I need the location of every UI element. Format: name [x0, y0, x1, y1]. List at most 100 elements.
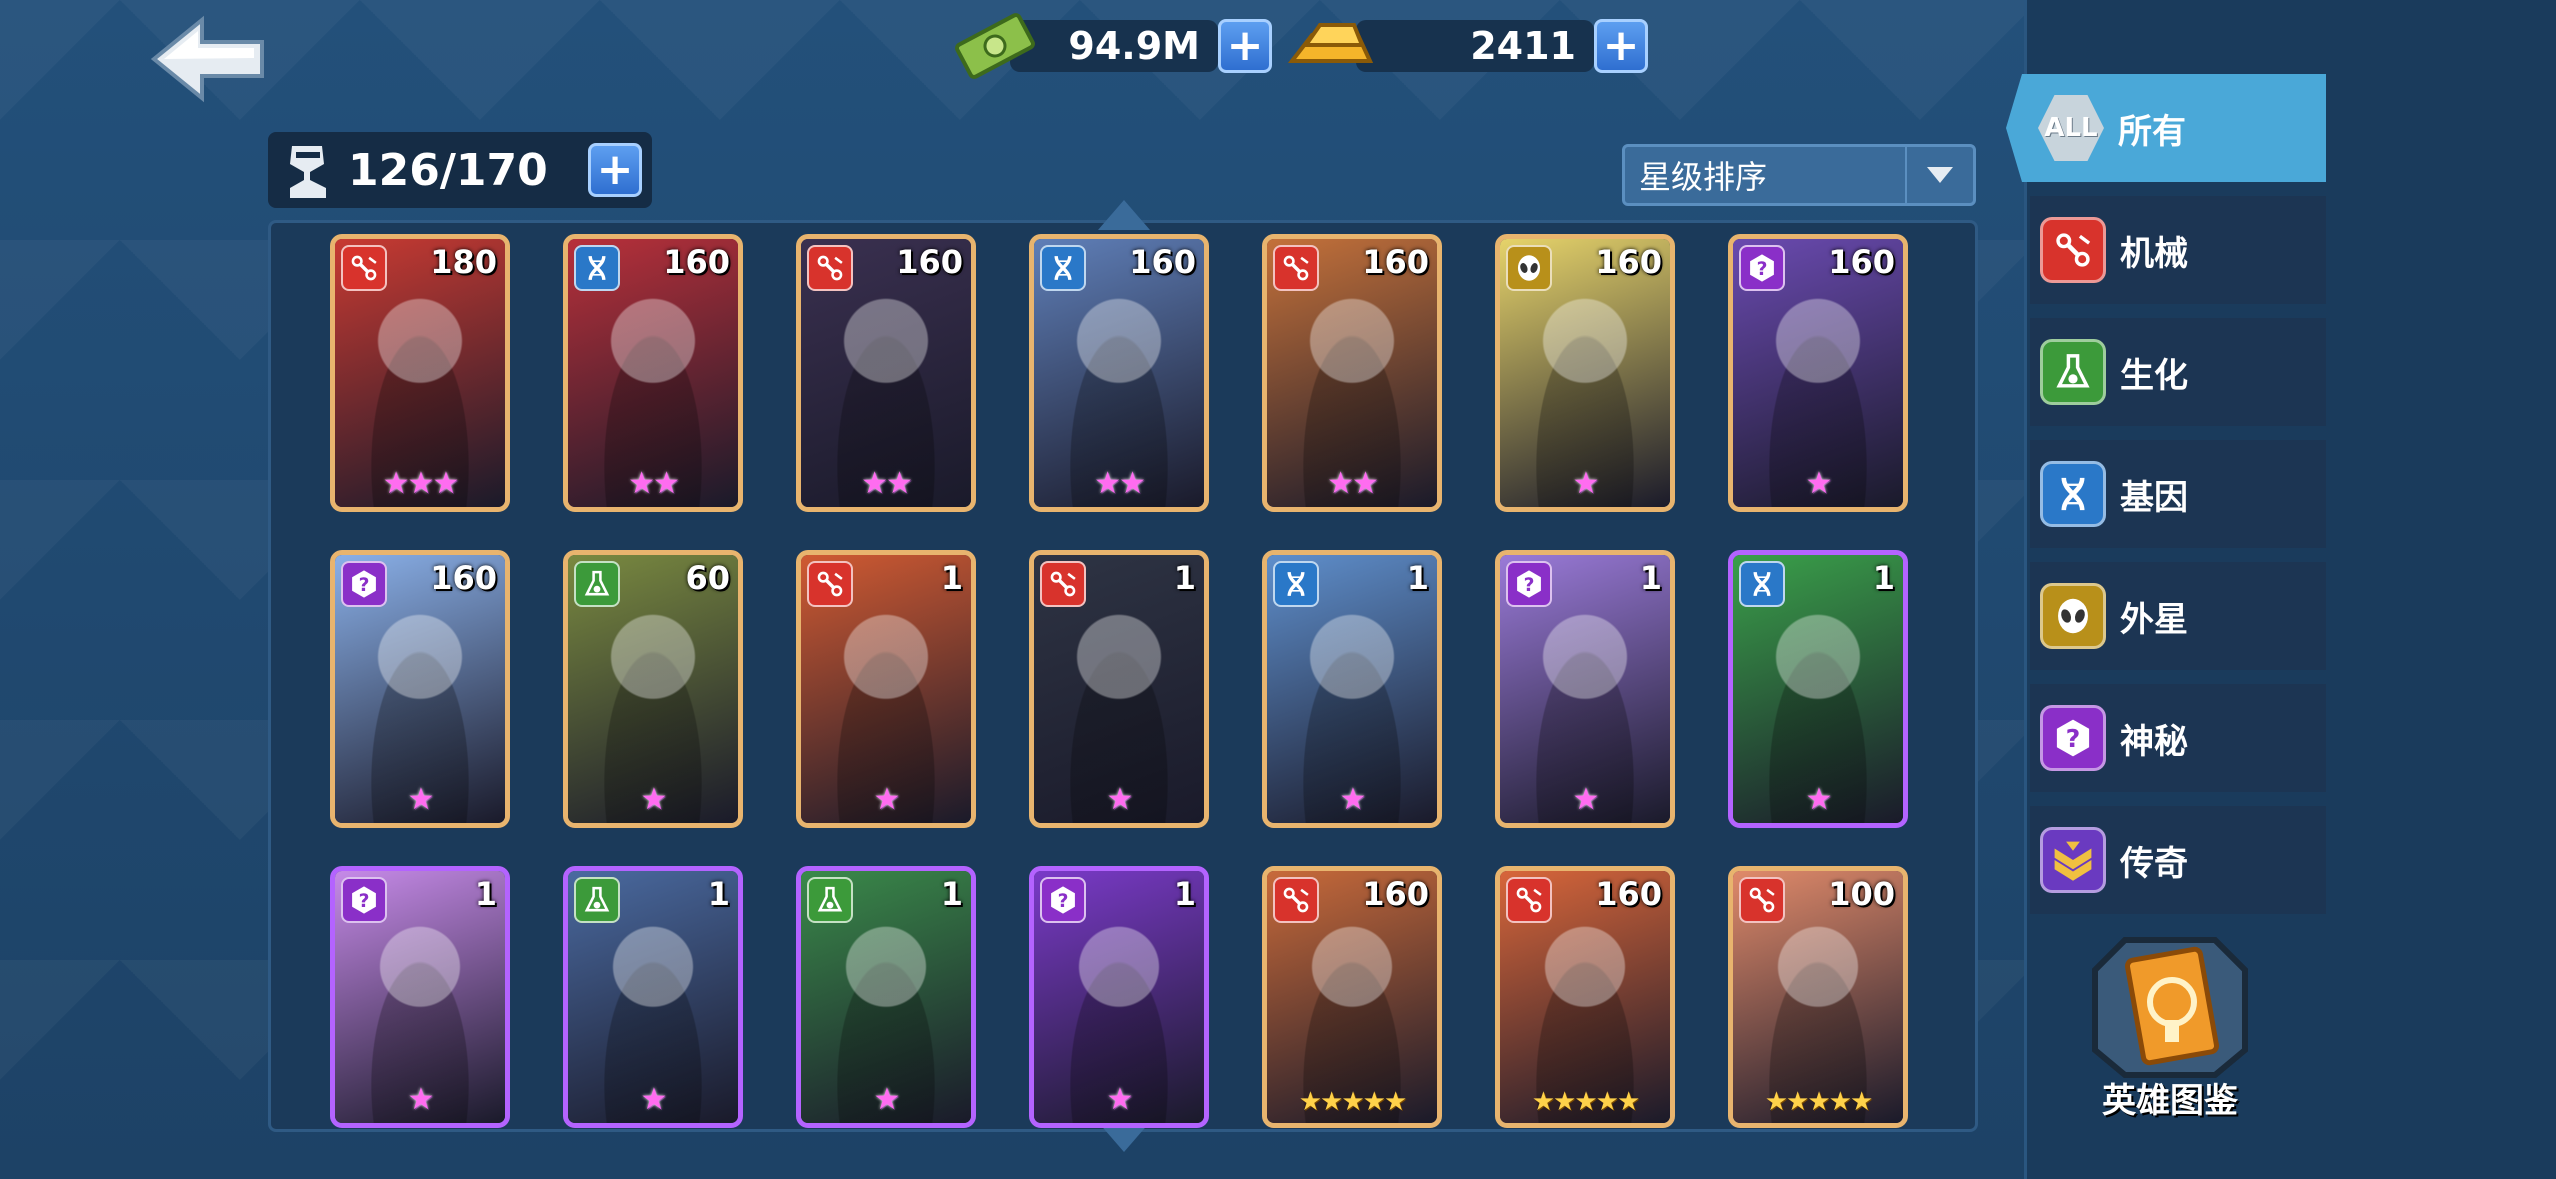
bio-faction-icon	[574, 877, 620, 923]
filter-tab-all[interactable]: ALL 所有	[2006, 74, 2326, 182]
hero-card[interactable]: 1 ★	[796, 866, 976, 1128]
hero-card[interactable]: 160 ★★	[796, 234, 976, 512]
mech-faction-icon	[1273, 877, 1319, 923]
svg-text:?: ?	[1757, 259, 1768, 280]
codex-label: 英雄图鉴	[2102, 1081, 2238, 1121]
hero-level: 1	[1406, 559, 1429, 597]
all-faction-icon: ALL	[2038, 95, 2104, 161]
svg-text:?: ?	[1058, 891, 1069, 912]
hero-card[interactable]: 180 ★★★	[330, 234, 510, 512]
hero-card[interactable]: 160 ★★	[1029, 234, 1209, 512]
back-arrow-icon[interactable]	[150, 14, 268, 104]
hero-level: 160	[1129, 243, 1196, 281]
gene-faction-icon	[1273, 561, 1319, 607]
filter-label: 外星	[2120, 599, 2188, 640]
hero-codex-button[interactable]: 英雄图鉴	[2080, 930, 2260, 1130]
hero-stars: ★	[1339, 782, 1367, 817]
hero-card[interactable]: 160 ★★★★★	[1262, 866, 1442, 1128]
hero-level: 160	[1362, 875, 1429, 913]
svg-text:?: ?	[359, 575, 370, 596]
mech-faction-icon	[341, 245, 387, 291]
hero-card[interactable]: 1 ★	[1262, 550, 1442, 828]
hero-level: 160	[1595, 875, 1662, 913]
add-cash-button[interactable]: +	[1218, 19, 1272, 73]
cash-currency: 94.9M +	[950, 13, 1272, 79]
hero-card[interactable]: 1 ★	[563, 866, 743, 1128]
hero-level: 160	[663, 243, 730, 281]
hero-card[interactable]: 1 ★	[1728, 550, 1908, 828]
filter-label: 生化	[2120, 355, 2188, 396]
filter-tab-legend[interactable]: 传奇	[2030, 806, 2326, 914]
mech-faction-icon	[807, 561, 853, 607]
mech-faction-icon	[1506, 877, 1552, 923]
gold-currency: 2411 +	[1284, 18, 1648, 74]
bio-faction-icon	[2040, 339, 2106, 405]
cash-value: 94.9M	[1010, 20, 1218, 72]
hero-card[interactable]: ? 1 ★	[1029, 866, 1209, 1128]
hero-stars: ★★★★★	[1531, 1087, 1641, 1117]
filter-label: 神秘	[2120, 721, 2188, 762]
expand-capacity-button[interactable]: +	[588, 143, 642, 197]
hero-card[interactable]: ? 1 ★	[1495, 550, 1675, 828]
hero-card[interactable]: ? 1 ★	[330, 866, 510, 1128]
filter-label: 所有	[2118, 111, 2186, 152]
svg-text:?: ?	[2066, 724, 2081, 753]
hero-card[interactable]: 1 ★	[796, 550, 976, 828]
filter-label: 传奇	[2120, 843, 2188, 884]
gene-faction-icon	[574, 245, 620, 291]
svg-text:?: ?	[359, 891, 370, 912]
hero-stars: ★	[1106, 1082, 1134, 1117]
svg-text:?: ?	[1524, 575, 1535, 596]
alien-faction-icon	[1506, 245, 1552, 291]
hero-stars: ★★★★★	[1764, 1087, 1874, 1117]
bio-faction-icon	[807, 877, 853, 923]
hero-card[interactable]: ? 160 ★	[330, 550, 510, 828]
hero-card[interactable]: 160 ★★	[563, 234, 743, 512]
filter-tab-alien[interactable]: 外星	[2030, 562, 2326, 670]
hero-level: 1	[1872, 559, 1895, 597]
hero-card[interactable]: 160 ★★★★★	[1495, 866, 1675, 1128]
hero-level: 1	[707, 875, 730, 913]
hero-card[interactable]: 160 ★	[1495, 234, 1675, 512]
mystic-faction-icon: ?	[1506, 561, 1552, 607]
hero-stars: ★★	[628, 466, 680, 501]
hero-level: 160	[896, 243, 963, 281]
hero-level: 1	[1173, 875, 1196, 913]
hero-stars: ★	[873, 782, 901, 817]
hero-level: 160	[1362, 243, 1429, 281]
hero-card[interactable]: ? 160 ★	[1728, 234, 1908, 512]
mech-faction-icon	[1040, 561, 1086, 607]
mystic-faction-icon: ?	[341, 561, 387, 607]
gene-faction-icon	[1040, 245, 1086, 291]
filter-tab-gene[interactable]: 基因	[2030, 440, 2326, 548]
hero-level: 1	[1173, 559, 1196, 597]
hero-stars: ★	[873, 1082, 901, 1117]
alien-faction-icon	[2040, 583, 2106, 649]
filter-tab-mech[interactable]: 机械	[2030, 196, 2326, 304]
hero-card[interactable]: 60 ★	[563, 550, 743, 828]
mystic-faction-icon: ?	[2040, 705, 2106, 771]
filter-tab-bio[interactable]: 生化	[2030, 318, 2326, 426]
mech-faction-icon	[1739, 877, 1785, 923]
hero-bust-icon	[290, 146, 326, 198]
filter-tab-mystic[interactable]: ? 神秘	[2030, 684, 2326, 792]
sort-selected-label: 星级排序	[1639, 158, 1768, 196]
hero-level: 160	[430, 559, 497, 597]
hero-stars: ★★	[861, 466, 913, 501]
hero-card[interactable]: 1 ★	[1029, 550, 1209, 828]
codex-book-icon	[2092, 937, 2248, 1078]
gene-faction-icon	[1739, 561, 1785, 607]
hero-card[interactable]: 160 ★★	[1262, 234, 1442, 512]
cash-icon	[955, 13, 1035, 79]
scroll-up-icon	[1098, 200, 1150, 230]
sort-dropdown[interactable]: 星级排序	[1622, 144, 1976, 206]
add-gold-button[interactable]: +	[1594, 19, 1648, 73]
mech-faction-icon	[2040, 217, 2106, 283]
hero-card[interactable]: 100 ★★★★★	[1728, 866, 1908, 1128]
gold-value: 2411	[1356, 20, 1594, 72]
hero-stars: ★★	[1094, 466, 1146, 501]
mech-faction-icon	[1273, 245, 1319, 291]
hero-level: 1	[1639, 559, 1662, 597]
hero-stars: ★	[1572, 466, 1600, 501]
filter-label: 基因	[2120, 477, 2188, 518]
